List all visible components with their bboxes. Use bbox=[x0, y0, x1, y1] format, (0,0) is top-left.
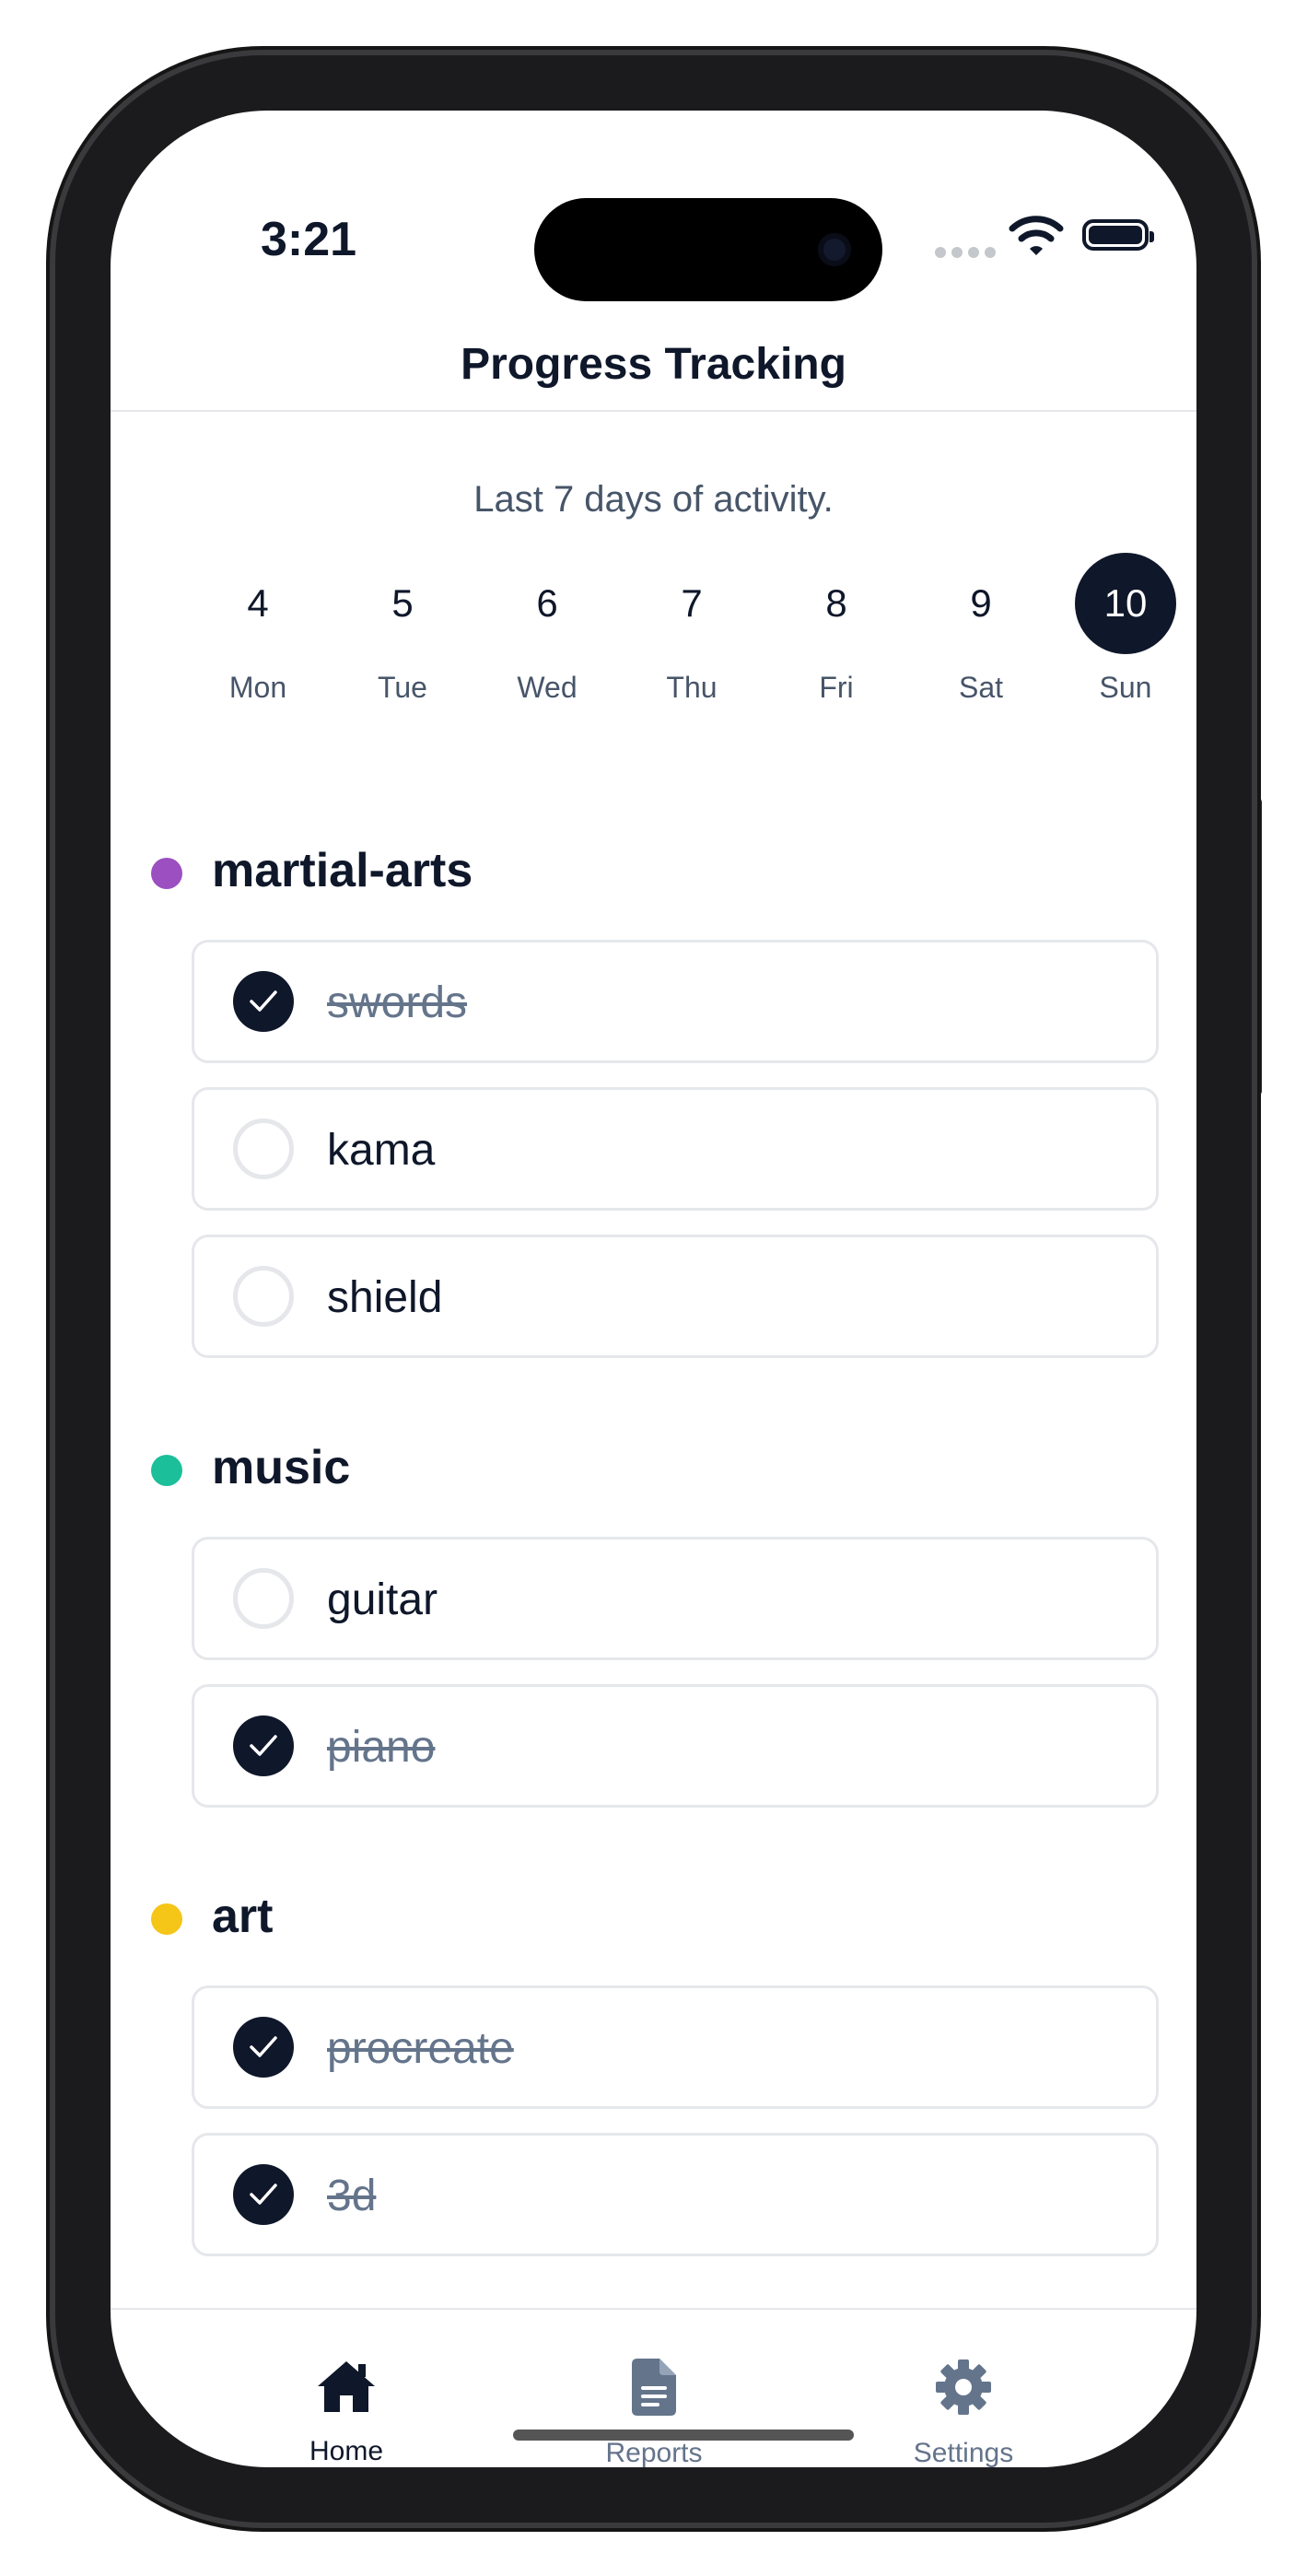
day-label: Wed bbox=[517, 671, 578, 704]
task-checkbox[interactable] bbox=[233, 2164, 294, 2225]
day-sat[interactable]: 9 Sat bbox=[907, 553, 1055, 709]
task-checkbox[interactable] bbox=[233, 1118, 294, 1179]
tab-label: Home bbox=[309, 2436, 384, 2466]
day-sun[interactable]: 10 Sun bbox=[1052, 553, 1196, 709]
camera-icon bbox=[818, 233, 851, 266]
tab-home[interactable]: Home bbox=[236, 2359, 457, 2467]
task-checkbox[interactable] bbox=[233, 1715, 294, 1776]
task-label: guitar bbox=[327, 1575, 438, 1624]
day-number: 9 bbox=[970, 581, 992, 625]
tab-settings[interactable]: Settings bbox=[853, 2359, 1074, 2467]
power-button bbox=[1251, 797, 1262, 1096]
task-item[interactable]: kama bbox=[192, 1087, 1159, 1211]
day-tue[interactable]: 5 Tue bbox=[329, 553, 476, 709]
day-number: 10 bbox=[1075, 553, 1176, 654]
phone-body: 3:21 Progress Tracking Last 7 days of ac… bbox=[55, 55, 1252, 2523]
page-title: Progress Tracking bbox=[461, 340, 846, 389]
device-frame: 3:21 Progress Tracking Last 7 days of ac… bbox=[0, 0, 1307, 2576]
day-label: Thu bbox=[666, 671, 718, 704]
category-color-dot bbox=[151, 858, 182, 889]
home-indicator[interactable] bbox=[513, 2430, 854, 2441]
task-label: procreate bbox=[327, 2024, 514, 2073]
task-item[interactable]: guitar bbox=[192, 1537, 1159, 1660]
gear-icon bbox=[936, 2359, 991, 2415]
day-number: 4 bbox=[247, 581, 269, 625]
category-title: art bbox=[212, 1890, 274, 1943]
day-thu[interactable]: 7 Thu bbox=[618, 553, 765, 709]
category-color-dot bbox=[151, 1455, 182, 1486]
task-item[interactable]: swords bbox=[192, 940, 1159, 1063]
task-label: shield bbox=[327, 1273, 443, 1322]
day-number: 8 bbox=[825, 581, 847, 625]
day-label: Sat bbox=[958, 671, 1004, 704]
day-number: 7 bbox=[681, 581, 703, 625]
day-label: Sun bbox=[1099, 671, 1152, 704]
task-item[interactable]: 3d bbox=[192, 2133, 1159, 2256]
day-number: 6 bbox=[536, 581, 558, 625]
checkmark-icon bbox=[250, 2184, 277, 2205]
cellular-signal-icon bbox=[935, 247, 996, 258]
day-label: Mon bbox=[228, 671, 287, 704]
task-checkbox[interactable] bbox=[233, 1568, 294, 1629]
task-item[interactable]: shield bbox=[192, 1235, 1159, 1358]
task-label: swords bbox=[327, 978, 468, 1027]
day-mon[interactable]: 4 Mon bbox=[184, 553, 332, 709]
day-selector: 4 Mon 5 Tue 6 Wed 7 Thu 8 Fri 9 Sat 10 S… bbox=[184, 553, 1196, 709]
home-icon bbox=[318, 2361, 375, 2412]
checkmark-icon bbox=[250, 990, 277, 1012]
day-number: 5 bbox=[391, 581, 414, 625]
tab-bar-divider bbox=[111, 2308, 1196, 2310]
activity-subtitle: Last 7 days of activity. bbox=[473, 479, 834, 520]
tab-reports[interactable]: Reports bbox=[543, 2359, 764, 2467]
dynamic-island bbox=[534, 198, 882, 301]
checkmark-icon bbox=[250, 2036, 277, 2057]
task-checkbox[interactable] bbox=[233, 971, 294, 1032]
day-label: Tue bbox=[378, 671, 427, 704]
task-checkbox[interactable] bbox=[233, 1266, 294, 1327]
task-checkbox[interactable] bbox=[233, 2017, 294, 2078]
app-screen: 3:21 Progress Tracking Last 7 days of ac… bbox=[111, 111, 1196, 2467]
category-title: martial-arts bbox=[212, 844, 473, 897]
checkmark-icon bbox=[250, 1735, 277, 1756]
tab-label: Reports bbox=[605, 2438, 703, 2467]
status-time: 3:21 bbox=[260, 213, 357, 266]
day-fri[interactable]: 8 Fri bbox=[763, 553, 910, 709]
battery-icon bbox=[1082, 219, 1154, 251]
day-label: Fri bbox=[819, 671, 854, 704]
task-item[interactable]: piano bbox=[192, 1684, 1159, 1808]
task-label: kama bbox=[327, 1126, 436, 1175]
day-wed[interactable]: 6 Wed bbox=[473, 553, 621, 709]
header-divider bbox=[111, 410, 1196, 412]
task-label: 3d bbox=[327, 2172, 377, 2220]
category-color-dot bbox=[151, 1903, 182, 1935]
task-item[interactable]: procreate bbox=[192, 1985, 1159, 2109]
task-label: piano bbox=[327, 1723, 436, 1772]
category-title: music bbox=[212, 1441, 351, 1494]
wifi-icon bbox=[1009, 216, 1064, 255]
document-icon bbox=[632, 2359, 676, 2416]
tab-label: Settings bbox=[913, 2438, 1014, 2467]
